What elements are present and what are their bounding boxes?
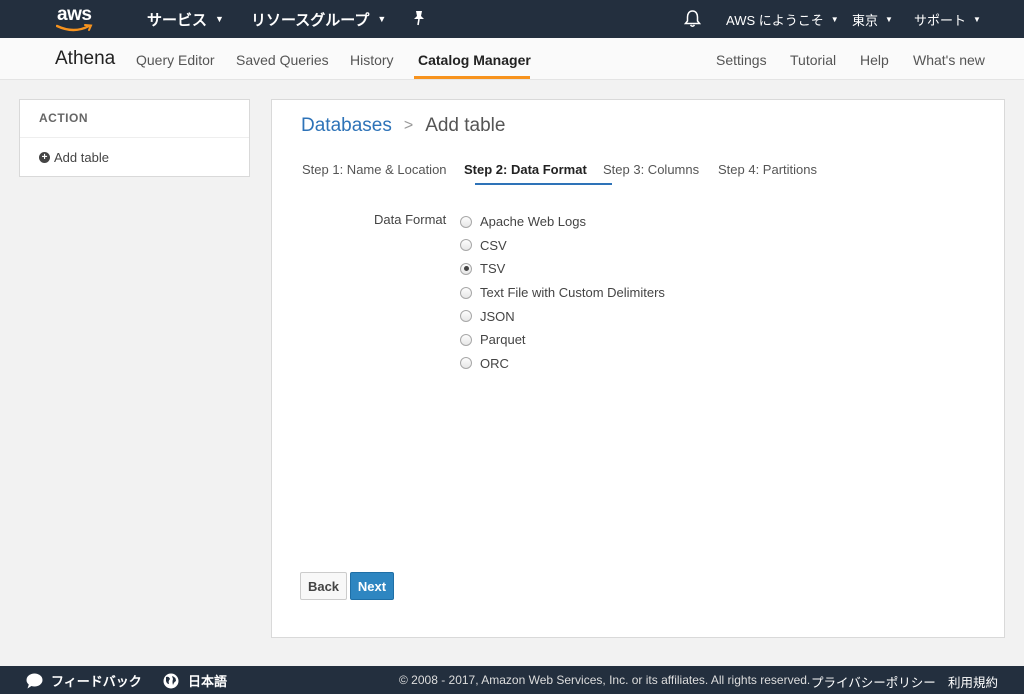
add-table-label: Add table	[54, 150, 109, 165]
nav-help[interactable]: Help	[860, 52, 889, 68]
services-label: サービス	[147, 11, 208, 29]
tab-step-1[interactable]: Step 1: Name & Location	[302, 162, 447, 177]
footer: フィードバック 日本語 © 2008 - 2017, Amazon Web Se…	[0, 666, 1024, 694]
support-menu[interactable]: サポート ▼	[914, 0, 981, 38]
breadcrumb-current: Add table	[425, 115, 506, 136]
option-label: Text File with Custom Delimiters	[480, 285, 665, 301]
option-json[interactable]: JSON	[460, 304, 665, 328]
welcome-label: AWS にようこそ	[726, 12, 824, 28]
option-csv[interactable]: CSV	[460, 234, 665, 258]
add-table-panel: Databases > Add table Step 1: Name & Loc…	[271, 99, 1005, 638]
option-tsv[interactable]: TSV	[460, 257, 665, 281]
radio-button[interactable]	[460, 333, 472, 346]
option-label: JSON	[480, 308, 515, 324]
resource-groups-menu[interactable]: リソースグループ ▼	[251, 0, 386, 38]
option-label: CSV	[480, 237, 507, 253]
action-sidebar: ACTION + Add table	[19, 99, 250, 177]
chevron-down-icon: ▼	[973, 14, 981, 24]
aws-logo[interactable]: aws	[50, 3, 106, 35]
account-menu[interactable]: AWS にようこそ ▼	[726, 0, 839, 38]
region-menu[interactable]: 東京 ▼	[852, 0, 893, 38]
aws-logo-text: aws	[57, 4, 92, 25]
sidebar-heading: ACTION	[20, 100, 249, 138]
chevron-down-icon: ▼	[377, 14, 387, 24]
terms-link[interactable]: 利用規約	[948, 672, 998, 691]
speech-bubble-icon	[26, 673, 43, 688]
option-orc[interactable]: ORC	[460, 352, 665, 376]
option-label: ORC	[480, 355, 509, 371]
option-apache-web-logs[interactable]: Apache Web Logs	[460, 210, 665, 234]
option-custom-delimiters[interactable]: Text File with Custom Delimiters	[460, 281, 665, 305]
athena-brand[interactable]: Athena	[55, 48, 115, 70]
language-label: 日本語	[188, 674, 228, 689]
feedback-label: フィードバック	[51, 674, 142, 689]
copyright-text: © 2008 - 2017, Amazon Web Services, Inc.…	[399, 673, 811, 687]
nav-history[interactable]: History	[350, 52, 394, 68]
add-table-action[interactable]: + Add table	[20, 138, 249, 165]
breadcrumb-separator: >	[403, 117, 414, 134]
feedback-link[interactable]: フィードバック	[26, 671, 142, 690]
data-format-options: Apache Web Logs CSV TSV Text File with C…	[460, 210, 665, 375]
breadcrumb: Databases > Add table	[301, 115, 505, 137]
radio-button[interactable]	[460, 215, 472, 228]
chevron-down-icon: ▼	[885, 14, 893, 24]
aws-top-bar: aws サービス ▼ リソースグループ ▼ AWS にようこそ ▼ 東京 ▼ サ…	[0, 0, 1024, 38]
radio-button[interactable]	[460, 239, 472, 252]
option-label: Parquet	[480, 332, 526, 348]
data-format-label: Data Format	[374, 212, 447, 227]
breadcrumb-databases[interactable]: Databases	[301, 115, 392, 137]
language-selector[interactable]: 日本語	[163, 671, 227, 690]
back-button[interactable]: Back	[300, 572, 347, 600]
aws-smile-icon	[56, 24, 93, 32]
resource-groups-label: リソースグループ	[251, 11, 370, 29]
plus-circle-icon: +	[39, 152, 50, 163]
tab-step-4[interactable]: Step 4: Partitions	[718, 162, 817, 177]
radio-button[interactable]	[460, 357, 472, 370]
support-label: サポート	[914, 12, 967, 28]
athena-nav: Athena Query Editor Saved Queries Histor…	[0, 38, 1024, 80]
option-parquet[interactable]: Parquet	[460, 328, 665, 352]
chevron-down-icon: ▼	[830, 14, 839, 24]
services-menu[interactable]: サービス ▼	[147, 0, 224, 38]
nav-whats-new[interactable]: What's new	[913, 52, 985, 68]
tab-step-2[interactable]: Step 2: Data Format	[464, 162, 587, 177]
globe-icon	[163, 673, 179, 688]
tab-step-3[interactable]: Step 3: Columns	[603, 162, 699, 177]
nav-settings[interactable]: Settings	[716, 52, 767, 68]
active-step-indicator	[475, 183, 612, 185]
next-button[interactable]: Next	[350, 572, 394, 600]
nav-catalog-manager[interactable]: Catalog Manager	[418, 52, 531, 68]
privacy-policy-link[interactable]: プライバシーポリシー	[811, 672, 936, 691]
active-nav-indicator	[414, 76, 530, 79]
nav-query-editor[interactable]: Query Editor	[136, 52, 215, 68]
region-label: 東京	[852, 12, 879, 28]
nav-tutorial[interactable]: Tutorial	[790, 52, 836, 68]
pin-icon[interactable]	[412, 10, 426, 26]
nav-saved-queries[interactable]: Saved Queries	[236, 52, 329, 68]
bell-icon[interactable]	[684, 9, 701, 28]
option-label: Apache Web Logs	[480, 214, 586, 230]
chevron-down-icon: ▼	[215, 14, 224, 24]
radio-button[interactable]	[460, 310, 472, 323]
radio-button-selected[interactable]	[460, 262, 472, 275]
radio-button[interactable]	[460, 286, 472, 299]
option-label: TSV	[480, 261, 506, 277]
